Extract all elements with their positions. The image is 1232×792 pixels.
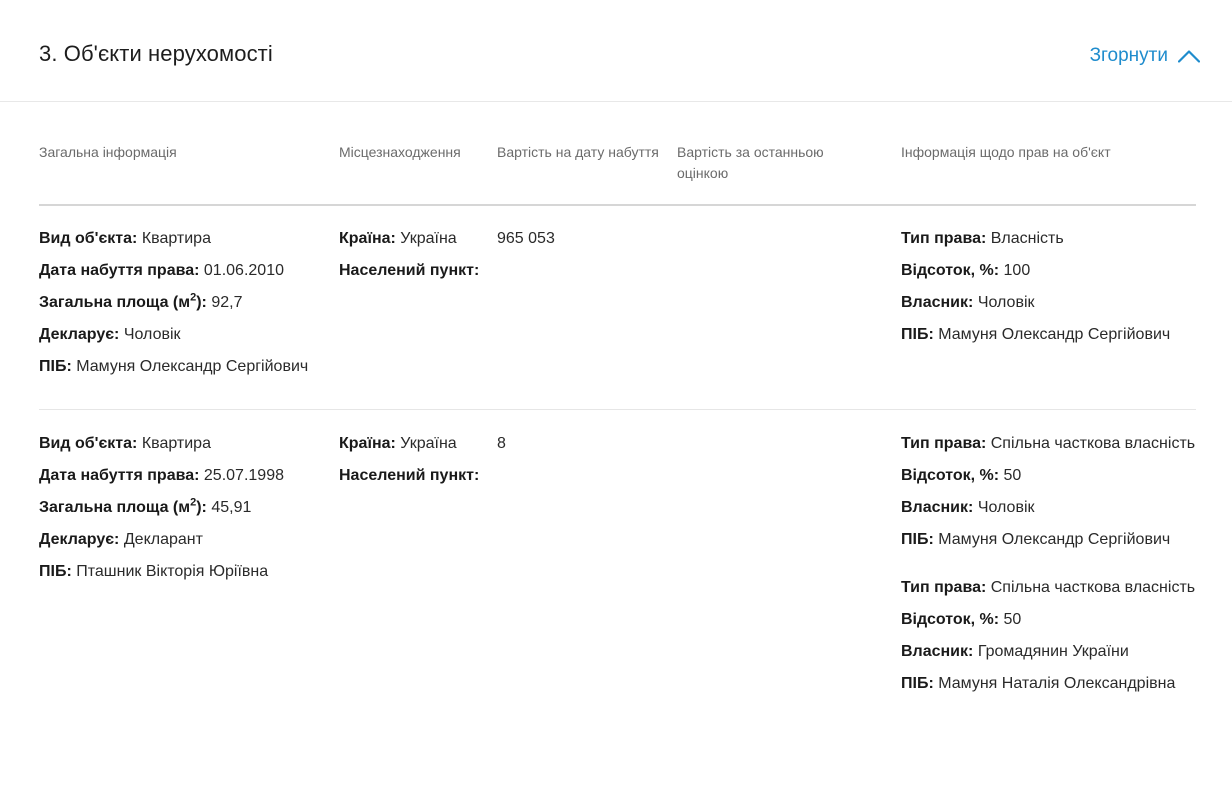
location-cell: Країна: Україна Населений пункт: <box>339 432 489 496</box>
collapse-button[interactable]: Згорнути <box>1090 45 1200 67</box>
right-type-line: Тип права: Спільна часткова власність <box>901 579 1196 596</box>
object-type-line: Вид об'єкта: Квартира <box>39 435 211 452</box>
owner-name-line: ПІБ: Мамуня Наталія Олександрівна <box>901 675 1176 692</box>
table-header: Загальна інформація Місцезнаходження Вар… <box>39 142 1196 206</box>
location-cell: Країна: Україна Населений пункт: <box>339 227 489 291</box>
right-type-line: Тип права: Власність <box>901 230 1064 247</box>
section-header: 3. Об'єкти нерухомості Згорнути <box>0 0 1232 102</box>
section-title: 3. Об'єкти нерухомості <box>39 41 273 66</box>
share-line: Відсоток, %: 50 <box>901 467 1022 484</box>
column-header-general: Загальна інформація <box>39 144 177 160</box>
rights-cell: Тип права: Власність Відсоток, %: 100 Вл… <box>901 227 1201 355</box>
owner-line: Власник: Чоловік <box>901 294 1035 311</box>
acquisition-date-line: Дата набуття права: 25.07.1998 <box>39 467 284 484</box>
real-estate-section: 3. Об'єкти нерухомості Згорнути Загальна… <box>0 0 1232 792</box>
full-name-line: ПІБ: Пташник Вікторія Юріївна <box>39 563 269 580</box>
column-header-value-acquisition: Вартість на дату набуття <box>497 144 659 160</box>
collapse-label: Згорнути <box>1089 45 1168 66</box>
value-acquisition-cell: 8 <box>497 435 506 452</box>
owner-name-line: ПІБ: Мамуня Олександр Сергійович <box>901 531 1171 548</box>
value-acquisition-cell: 965 053 <box>497 230 555 247</box>
declares-line: Декларує: Декларант <box>39 531 203 548</box>
chevron-up-icon <box>1178 49 1200 63</box>
column-header-value-assessment: Вартість за останньою оцінкою <box>677 144 824 181</box>
acquisition-date-line: Дата набуття права: 01.06.2010 <box>39 262 284 279</box>
settlement-line: Населений пункт: <box>339 467 480 484</box>
owner-line: Власник: Чоловік <box>901 499 1035 516</box>
owner-line: Власник: Громадянин України <box>901 643 1129 660</box>
right-type-line: Тип права: Спільна часткова власність <box>901 435 1196 452</box>
general-info-cell: Вид об'єкта: Квартира Дата набуття права… <box>39 227 329 387</box>
owner-name-line: ПІБ: Мамуня Олександр Сергійович <box>901 326 1171 343</box>
column-header-rights: Інформація щодо прав на об'єкт <box>901 144 1111 160</box>
country-line: Країна: Україна <box>339 230 457 247</box>
column-header-location: Місцезнаходження <box>339 144 461 160</box>
share-line: Відсоток, %: 100 <box>901 262 1031 279</box>
table-row: Вид об'єкта: Квартира Дата набуття права… <box>39 432 1196 772</box>
table-row: Вид об'єкта: Квартира Дата набуття права… <box>39 227 1196 410</box>
area-line: Загальна площа (м2): 92,7 <box>39 291 243 311</box>
value-assessment-cell <box>677 432 877 440</box>
value-assessment-cell <box>677 227 877 235</box>
rights-separator <box>901 560 1201 576</box>
share-line: Відсоток, %: 50 <box>901 611 1022 628</box>
rights-cell: Тип права: Спільна часткова власність Ві… <box>901 432 1201 704</box>
country-line: Країна: Україна <box>339 435 457 452</box>
declares-line: Декларує: Чоловік <box>39 326 181 343</box>
area-line: Загальна площа (м2): 45,91 <box>39 496 252 516</box>
general-info-cell: Вид об'єкта: Квартира Дата набуття права… <box>39 432 329 592</box>
object-type-line: Вид об'єкта: Квартира <box>39 230 211 247</box>
settlement-line: Населений пункт: <box>339 262 480 279</box>
full-name-line: ПІБ: Мамуня Олександр Сергійович <box>39 358 309 375</box>
